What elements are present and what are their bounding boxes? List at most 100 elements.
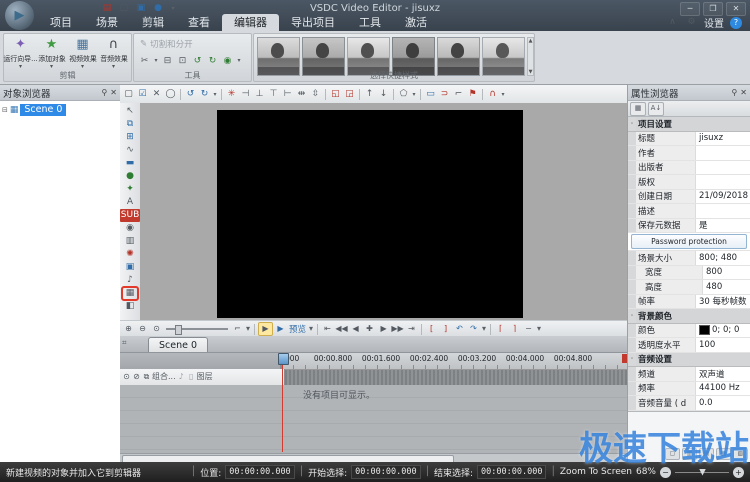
cut-split-button[interactable]: ✎ 切割和分开 — [134, 34, 251, 50]
video-capture-icon[interactable]: ◧ — [122, 300, 138, 313]
property-value[interactable]: 100 — [696, 338, 750, 352]
preview-label[interactable]: 预览 — [289, 323, 306, 335]
split-icon[interactable]: ⊟ — [161, 54, 174, 68]
shape-tools-icon[interactable]: ⬠ — [397, 88, 410, 102]
close-icon[interactable]: ✕ — [110, 88, 117, 97]
property-value[interactable]: 0; 0; 0 — [696, 324, 750, 338]
zoom-dropdown-icon[interactable]: ▾ — [245, 323, 251, 335]
minimize-button[interactable]: ─ — [680, 2, 700, 16]
pin-icon[interactable]: ⚲ — [731, 88, 737, 97]
property-value[interactable]: 44100 Hz — [696, 382, 750, 396]
next-frame-icon[interactable]: ▶ — [377, 323, 390, 335]
curve-edit-icon[interactable]: ⊃ — [438, 88, 451, 102]
preview-play-icon[interactable]: ▶ — [274, 323, 287, 335]
paste-icon[interactable]: ▢ — [122, 88, 135, 102]
track-audio-icon[interactable]: ♪ — [177, 371, 186, 383]
video-canvas[interactable] — [217, 110, 523, 318]
chevron-down-icon[interactable]: ▾ — [112, 64, 115, 69]
property-row[interactable]: 版权 — [628, 175, 750, 190]
pane-layout-icon-4[interactable]: ▦ — [716, 448, 731, 460]
add-text-icon[interactable]: A — [122, 196, 138, 209]
close-icon[interactable]: ✕ — [740, 88, 747, 97]
go-end-icon[interactable]: ⇥ — [405, 323, 418, 335]
rotate-cw-icon[interactable]: ↻ — [206, 54, 219, 68]
property-row[interactable]: 颜色0; 0; 0 — [628, 324, 750, 339]
property-row[interactable]: 创建日期21/09/2018 — [628, 190, 750, 205]
run-wizard-button[interactable]: ✦ 运行向导... ▾ — [5, 36, 36, 69]
chevron-down-icon[interactable]: ▾ — [19, 64, 22, 69]
add-sprite-icon[interactable]: ⧉ — [122, 118, 138, 131]
menu-tab-4[interactable]: 编辑器 — [222, 14, 279, 31]
selection-end-icon[interactable]: ⌉ — [508, 323, 521, 335]
property-row[interactable]: 透明度水平100 — [628, 338, 750, 353]
selection-start-icon[interactable]: ⌈ — [494, 323, 507, 335]
selection-dropdown-icon[interactable]: ▾ — [536, 323, 542, 335]
menu-tab-5[interactable]: 导出项目 — [279, 14, 347, 31]
speed-dropdown-icon[interactable]: ▾ — [236, 54, 242, 68]
add-chart-icon[interactable]: ▥ — [122, 235, 138, 248]
cut-icon[interactable]: ✂ — [138, 54, 151, 68]
pin-icon[interactable]: ⚲ — [101, 88, 107, 97]
zoom-mode-button[interactable]: Zoom To Screen — [560, 467, 632, 477]
layer-label[interactable]: 图层 — [197, 371, 213, 383]
property-row[interactable]: 帧率30 每秒帧数 — [628, 295, 750, 310]
mark-in-icon[interactable]: [ — [425, 323, 438, 335]
layer-track-lane[interactable] — [285, 369, 628, 385]
video-effects-button[interactable]: ▦ 视频效果 ▾ — [67, 36, 98, 69]
property-button-row[interactable]: Password protection — [628, 233, 750, 251]
add-free-shape-icon[interactable]: ✦ — [122, 183, 138, 196]
next-scene-icon[interactable]: ▶▶ — [391, 323, 404, 335]
corner-edit-icon[interactable]: ⌐ — [452, 88, 465, 102]
timeline-undo-icon[interactable]: ↶ — [453, 323, 466, 335]
prev-frame-icon[interactable]: ◀ — [349, 323, 362, 335]
menu-tab-1[interactable]: 场景 — [84, 14, 130, 31]
property-value[interactable]: 是 — [696, 219, 750, 233]
property-value[interactable]: 0.0 — [696, 396, 750, 410]
property-value[interactable]: 480 — [703, 280, 750, 294]
menu-tab-3[interactable]: 查看 — [176, 14, 222, 31]
maximize-button[interactable]: ❐ — [703, 2, 723, 16]
center-vertical-icon[interactable]: ⇳ — [309, 88, 322, 102]
combine-button[interactable]: 组合... — [152, 371, 176, 383]
gear-icon[interactable]: ⚙ — [685, 16, 698, 30]
audio-effects-button[interactable]: ∩ 音频效果 ▾ — [98, 36, 129, 69]
property-row[interactable]: 高度480 — [628, 280, 750, 295]
remove-selection-icon[interactable]: − — [522, 323, 535, 335]
pane-layout-icon-5[interactable]: ▧ — [733, 448, 748, 460]
timeline-zoom-slider[interactable] — [166, 324, 228, 334]
timeline-redo-icon[interactable]: ↷ — [467, 323, 480, 335]
arc-icon[interactable]: ∩ — [486, 88, 499, 102]
property-group-row[interactable]: ◦项目设置 — [628, 117, 750, 132]
align-right-icon[interactable]: ⊢ — [281, 88, 294, 102]
property-value[interactable]: 800 — [703, 266, 750, 280]
preview-dropdown-icon[interactable]: ▾ — [308, 323, 314, 335]
rotate-ccw-icon[interactable]: ↺ — [191, 54, 204, 68]
zoom-selection-icon[interactable]: ⊙ — [150, 323, 163, 335]
property-row[interactable]: 标题jisuxz — [628, 132, 750, 147]
arc-dropdown-icon[interactable]: ▾ — [500, 88, 506, 102]
property-value[interactable]: jisuxz — [696, 132, 750, 146]
menu-tab-7[interactable]: 激活 — [393, 14, 439, 31]
cursor-follow-icon[interactable]: ▶ — [258, 322, 273, 336]
track-effect-icon[interactable]: ▯ — [187, 371, 196, 383]
rect-edit-icon[interactable]: ▭ — [424, 88, 437, 102]
property-row[interactable]: 作者 — [628, 146, 750, 161]
go-start-icon[interactable]: ⇤ — [321, 323, 334, 335]
apply-changes-icon[interactable]: ☑ — [136, 88, 149, 102]
cut-dropdown-icon[interactable]: ▾ — [153, 54, 159, 68]
move-down-icon[interactable]: ↓ — [377, 88, 390, 102]
redo-icon[interactable]: ↻ — [198, 88, 211, 102]
property-row[interactable]: 出版者 — [628, 161, 750, 176]
track-lock-icon[interactable]: ⊘ — [132, 371, 141, 383]
scene-tree-item[interactable]: ⊟ ▦ Scene 0 — [2, 104, 120, 116]
effects-icon[interactable]: ✳ — [225, 88, 238, 102]
property-group-row[interactable]: ◦音频设置 — [628, 353, 750, 368]
zoom-slider[interactable] — [675, 467, 729, 478]
property-row[interactable]: 频率44100 Hz — [628, 382, 750, 397]
tree-expander-icon[interactable]: ⊟ — [2, 106, 8, 114]
pin-point-icon[interactable]: ⚑ — [466, 88, 479, 102]
align-left-icon[interactable]: ⊣ — [239, 88, 252, 102]
collapse-icon[interactable]: ◦ — [628, 117, 636, 131]
scene-tab[interactable]: Scene 0 — [148, 337, 208, 352]
deselect-icon[interactable]: ◯ — [164, 88, 177, 102]
